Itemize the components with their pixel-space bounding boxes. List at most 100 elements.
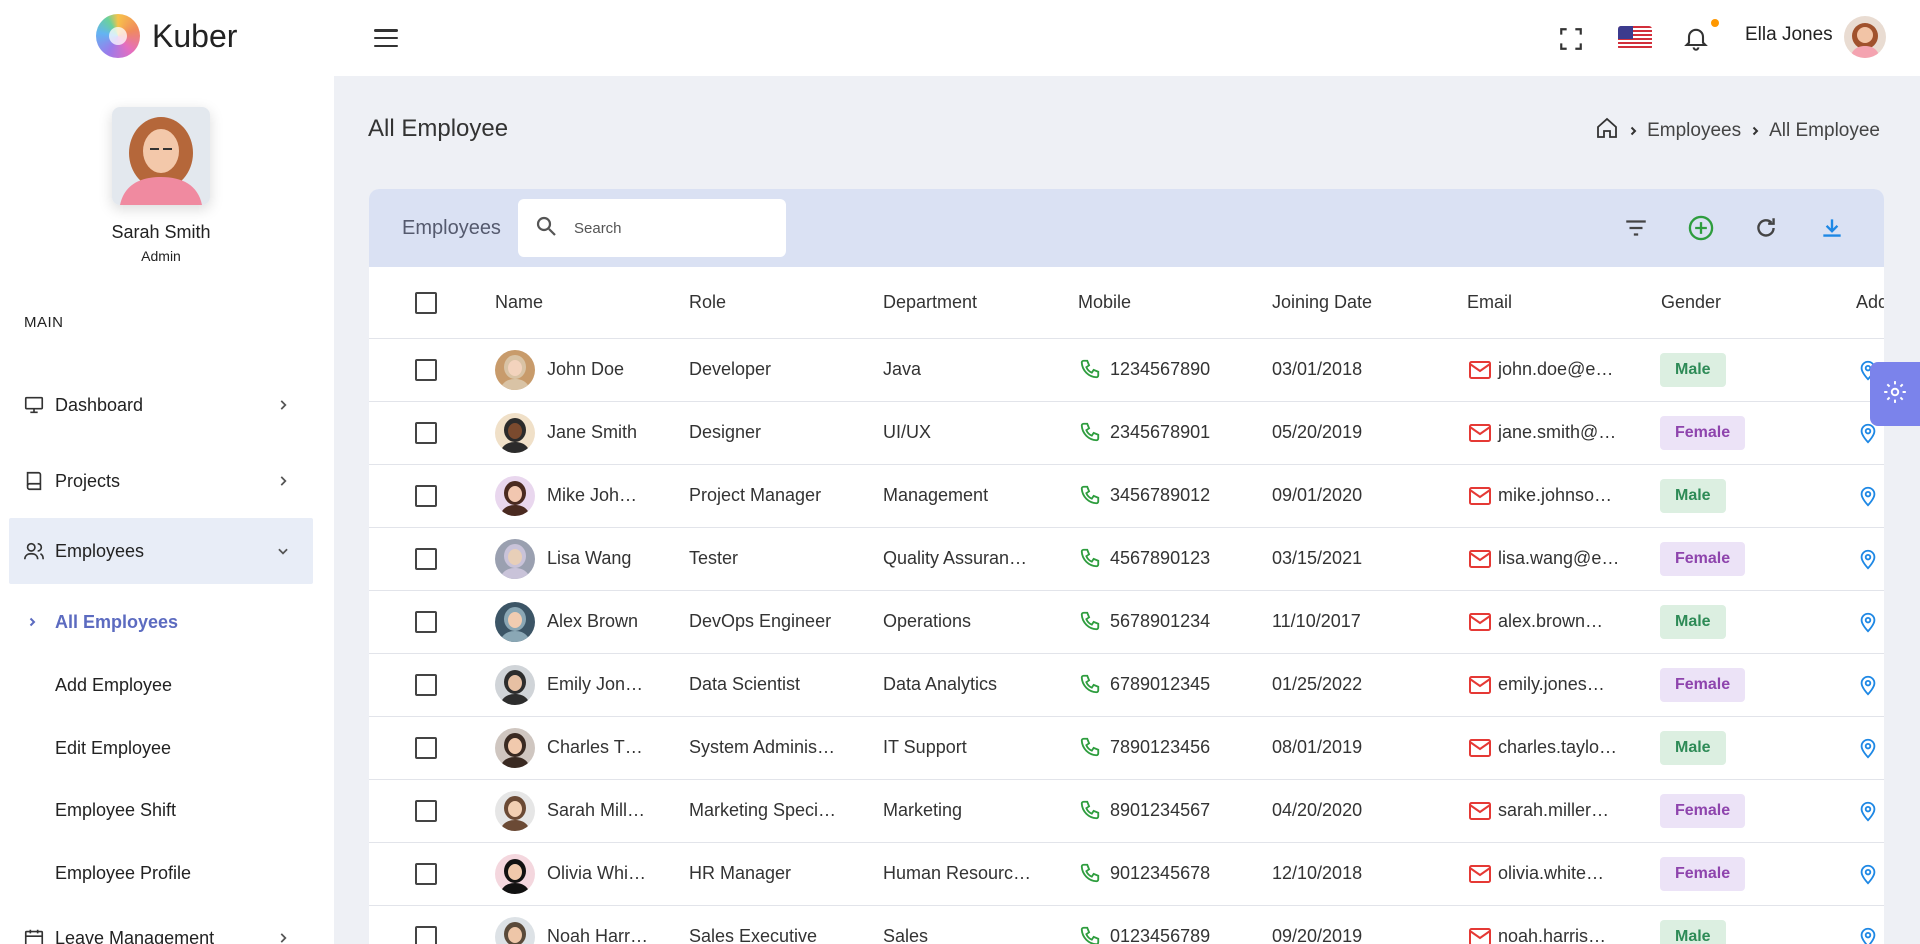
location-pin-icon[interactable] (1857, 610, 1879, 634)
location-pin-icon[interactable] (1857, 673, 1879, 697)
hamburger-menu-icon[interactable] (372, 26, 400, 50)
table-row[interactable]: Noah Harr… Sales Executive Sales 0123456… (369, 906, 1884, 944)
sidebar-profile-photo[interactable] (112, 107, 210, 205)
sidebar-subitem-employee-shift[interactable]: Employee Shift (55, 790, 176, 830)
fullscreen-icon[interactable] (1558, 26, 1584, 52)
sidebar-item-dashboard[interactable]: Dashboard (9, 372, 313, 438)
table-row[interactable]: Mike Joh… Project Manager Management 345… (369, 465, 1884, 528)
employee-avatar (495, 665, 535, 705)
location-pin-icon[interactable] (1857, 799, 1879, 823)
column-header-role[interactable]: Role (689, 292, 726, 313)
location-pin-icon[interactable] (1857, 862, 1879, 886)
cell-mobile[interactable]: 7890123456 (1110, 737, 1210, 758)
gender-badge: Male (1660, 920, 1726, 944)
breadcrumb-link-employees[interactable]: Employees (1647, 120, 1741, 142)
cell-email[interactable]: john.doe@e… (1498, 359, 1613, 380)
cell-name[interactable]: Jane Smith (547, 422, 637, 443)
sidebar-item-projects[interactable]: Projects (9, 448, 313, 514)
cell-email[interactable]: emily.jones… (1498, 674, 1605, 695)
cell-email[interactable]: charles.taylo… (1498, 737, 1617, 758)
cell-email[interactable]: lisa.wang@e… (1498, 548, 1619, 569)
filter-icon[interactable] (1619, 211, 1653, 245)
header-user-name[interactable]: Ella Jones (1745, 24, 1833, 46)
table-row[interactable]: Sarah Mill… Marketing Speci… Marketing 8… (369, 780, 1884, 843)
cell-name[interactable]: Mike Joh… (547, 485, 637, 506)
us-flag-icon[interactable] (1618, 26, 1652, 50)
row-checkbox[interactable] (415, 863, 437, 885)
table-row[interactable]: Emily Jon… Data Scientist Data Analytics… (369, 654, 1884, 717)
cell-email[interactable]: noah.harris… (1498, 926, 1606, 944)
download-icon[interactable] (1815, 211, 1849, 245)
table-row[interactable]: Lisa Wang Tester Quality Assuran… 456789… (369, 528, 1884, 591)
table-row[interactable]: John Doe Developer Java 1234567890 03/01… (369, 339, 1884, 402)
row-checkbox[interactable] (415, 800, 437, 822)
cell-name[interactable]: John Doe (547, 359, 624, 380)
sidebar-item-employees[interactable]: Employees (9, 518, 313, 584)
cell-mobile[interactable]: 4567890123 (1110, 548, 1210, 569)
row-checkbox[interactable] (415, 926, 437, 944)
cell-name[interactable]: Olivia Whi… (547, 863, 646, 884)
sidebar-subitem-edit-employee[interactable]: Edit Employee (55, 728, 171, 768)
select-all-checkbox[interactable] (415, 292, 437, 314)
sidebar-item-leave-management[interactable]: Leave Management (9, 918, 313, 944)
sidebar-item-label: Projects (55, 470, 121, 491)
row-checkbox[interactable] (415, 737, 437, 759)
location-pin-icon[interactable] (1857, 547, 1879, 571)
cell-mobile[interactable]: 8901234567 (1110, 800, 1210, 821)
column-header-mobile[interactable]: Mobile (1078, 292, 1131, 313)
cell-role: Tester (689, 548, 739, 568)
table-row[interactable]: Alex Brown DevOps Engineer Operations 56… (369, 591, 1884, 654)
cell-email[interactable]: jane.smith@… (1498, 422, 1616, 443)
table-row[interactable]: Jane Smith Designer UI/UX 2345678901 05/… (369, 402, 1884, 465)
cell-mobile[interactable]: 3456789012 (1110, 485, 1210, 506)
search-box[interactable] (518, 199, 786, 257)
cell-mobile[interactable]: 0123456789 (1110, 926, 1210, 944)
cell-name[interactable]: Charles T… (547, 737, 643, 758)
cell-email[interactable]: mike.johnso… (1498, 485, 1612, 506)
column-header-department[interactable]: Department (883, 292, 977, 313)
cell-name[interactable]: Alex Brown (547, 611, 638, 632)
brand[interactable]: Kuber (96, 14, 237, 58)
row-checkbox[interactable] (415, 359, 437, 381)
sidebar-subitem-employee-profile[interactable]: Employee Profile (55, 853, 191, 893)
theme-settings-button[interactable] (1870, 362, 1920, 426)
cell-email[interactable]: olivia.white… (1498, 863, 1604, 884)
sidebar-subitem-all-employees[interactable]: All Employees (26, 602, 178, 642)
cell-name[interactable]: Sarah Mill… (547, 800, 645, 821)
cell-mobile[interactable]: 2345678901 (1110, 422, 1210, 443)
cell-email[interactable]: alex.brown… (1498, 611, 1603, 632)
column-header-email[interactable]: Email (1467, 292, 1512, 313)
cell-mobile[interactable]: 9012345678 (1110, 863, 1210, 884)
row-checkbox[interactable] (415, 548, 437, 570)
mail-icon (1468, 926, 1492, 944)
column-header-address[interactable]: Add (1856, 292, 1884, 313)
sidebar-subitem-add-employee[interactable]: Add Employee (55, 665, 172, 705)
row-checkbox[interactable] (415, 422, 437, 444)
cell-email[interactable]: sarah.miller… (1498, 800, 1609, 821)
column-header-joining-date[interactable]: Joining Date (1272, 292, 1372, 313)
column-header-name[interactable]: Name (495, 292, 543, 313)
row-checkbox[interactable] (415, 611, 437, 633)
location-pin-icon[interactable] (1857, 925, 1879, 944)
cell-name[interactable]: Noah Harr… (547, 926, 648, 944)
row-checkbox[interactable] (415, 674, 437, 696)
refresh-icon[interactable] (1749, 211, 1783, 245)
cell-mobile[interactable]: 1234567890 (1110, 359, 1210, 380)
cell-name[interactable]: Lisa Wang (547, 548, 631, 569)
location-pin-icon[interactable] (1857, 736, 1879, 760)
table-row[interactable]: Olivia Whi… HR Manager Human Resourc… 90… (369, 843, 1884, 906)
chevron-right-icon (1627, 125, 1639, 137)
header-user-avatar[interactable] (1844, 16, 1886, 58)
add-circle-icon[interactable] (1684, 211, 1718, 245)
cell-name[interactable]: Emily Jon… (547, 674, 643, 695)
cell-mobile[interactable]: 5678901234 (1110, 611, 1210, 632)
cell-joining-date: 01/25/2022 (1272, 674, 1363, 694)
home-icon[interactable] (1595, 116, 1619, 146)
column-header-gender[interactable]: Gender (1661, 292, 1721, 313)
location-pin-icon[interactable] (1857, 484, 1879, 508)
search-input[interactable] (574, 219, 754, 237)
table-row[interactable]: Charles T… System Adminis… IT Support 78… (369, 717, 1884, 780)
notification-bell-icon[interactable] (1682, 24, 1710, 52)
row-checkbox[interactable] (415, 485, 437, 507)
cell-mobile[interactable]: 6789012345 (1110, 674, 1210, 695)
